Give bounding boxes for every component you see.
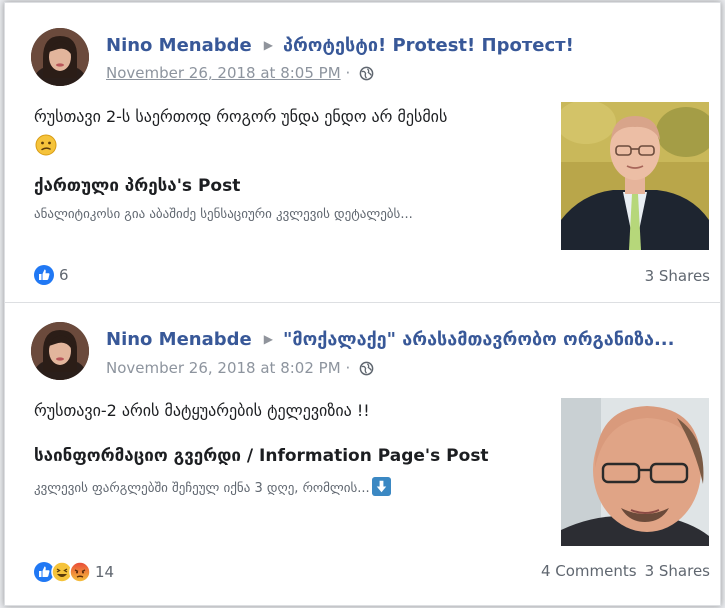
shared-post-thumbnail[interactable] — [561, 102, 709, 250]
confused-face-emoji — [35, 134, 57, 160]
globe-icon[interactable] — [359, 361, 374, 380]
reaction-count[interactable]: 14 — [95, 563, 114, 581]
like-icon — [34, 265, 54, 285]
meta-separator: · — [345, 359, 351, 377]
shared-post-description: ანალიტიკოსი გია აბაშიძე სენსაციური კვლევ… — [34, 207, 413, 222]
avatar[interactable] — [31, 322, 89, 380]
post-header: Nino Menabde ▶ პროტესტი! Protest! Протест! — [106, 35, 574, 56]
news-feed: Nino Menabde ▶ პროტესტი! Protest! Протест!… — [4, 2, 721, 606]
down-arrow-icon — [371, 477, 391, 500]
feed-post: Nino Menabde ▶ "მოქალაქე" არასამთავრობო ორ… — [5, 304, 720, 605]
comments-count-link[interactable]: 4 Comments — [541, 562, 637, 580]
post-text: რუსთავი-2 არის მატყუარების ტელევიზია !! — [34, 401, 370, 420]
angry-icon — [69, 561, 91, 583]
meta-separator: · — [345, 64, 351, 82]
shared-post-description: კვლევის ფარგლებში შეჩეულ იქნა 3 დღე, რომ… — [34, 477, 391, 500]
timestamp-link[interactable]: November 26, 2018 at 8:02 PM — [106, 359, 341, 377]
avatar[interactable] — [31, 28, 89, 86]
reaction-count[interactable]: 6 — [59, 266, 69, 284]
post-text: რუსთავი 2-ს საერთოდ როგორ უნდა ენდო არ მ… — [34, 107, 448, 126]
shared-to-arrow-icon: ▶ — [263, 38, 273, 52]
post-stats: 4 Comments 3 Shares — [541, 562, 710, 580]
shared-post-title[interactable]: ქართული პრესა's Post — [34, 176, 240, 196]
post-meta: November 26, 2018 at 8:05 PM · — [106, 64, 374, 85]
post-header: Nino Menabde ▶ "მოქალაქე" არასამთავრობო ორ… — [106, 329, 674, 350]
shared-to-arrow-icon: ▶ — [263, 332, 273, 346]
reactions-summary[interactable]: 6 — [33, 264, 69, 286]
author-link[interactable]: Nino Menabde — [106, 329, 252, 350]
globe-icon[interactable] — [359, 66, 374, 85]
target-group-link[interactable]: პროტესტი! Protest! Протест! — [283, 35, 574, 56]
shared-post-description-text: კვლევის ფარგლებში შეჩეულ იქნა 3 დღე, რომ… — [34, 481, 370, 496]
feed-post: Nino Menabde ▶ პროტესტი! Protest! Протест!… — [5, 3, 720, 303]
reactions-summary[interactable]: 14 — [33, 561, 114, 583]
shared-post-title[interactable]: საინფორმაციო გვერდი / Information Page's… — [34, 446, 489, 466]
timestamp-link[interactable]: November 26, 2018 at 8:05 PM — [106, 64, 341, 82]
shares-count-link[interactable]: 3 Shares — [645, 267, 710, 285]
post-stats: 3 Shares — [645, 267, 710, 285]
shared-post-thumbnail[interactable] — [561, 398, 709, 546]
target-group-link[interactable]: "მოქალაქე" არასამთავრობო ორგანიზა... — [283, 329, 674, 350]
author-link[interactable]: Nino Menabde — [106, 35, 252, 56]
shares-count-link[interactable]: 3 Shares — [645, 562, 710, 580]
post-meta: November 26, 2018 at 8:02 PM · — [106, 359, 374, 380]
